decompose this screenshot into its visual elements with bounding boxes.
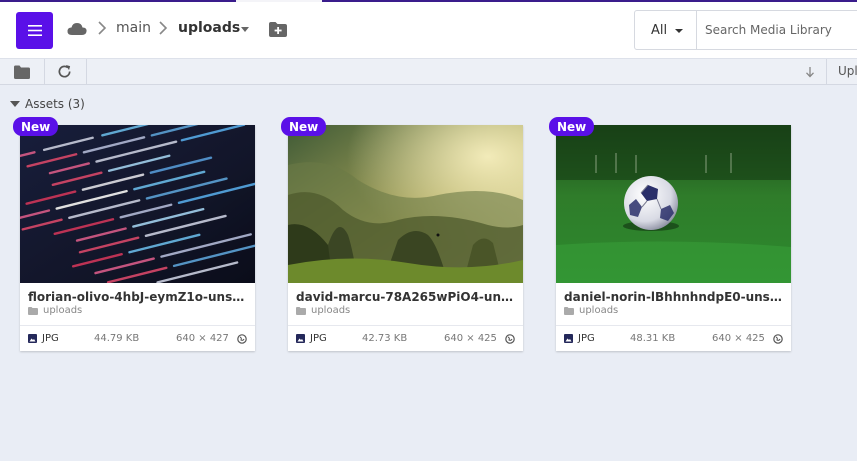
breadcrumb-uploads[interactable]: uploads xyxy=(178,20,240,36)
asset-meta: JPG 42.73 KB 640 × 425 xyxy=(288,325,523,351)
mountain-landscape-image xyxy=(288,125,523,283)
asset-thumbnail xyxy=(288,125,523,283)
menu-button[interactable] xyxy=(16,12,53,49)
toolbar-divider xyxy=(44,59,45,85)
chevron-right-icon xyxy=(159,21,168,35)
image-icon xyxy=(296,334,305,343)
sort-arrow-icon[interactable] xyxy=(805,66,815,78)
asset-dimensions: 640 × 427 xyxy=(176,333,229,344)
asset-folder: uploads xyxy=(28,305,82,316)
toolbar-divider xyxy=(826,59,827,85)
asset-type-label: JPG xyxy=(310,333,327,344)
asset-thumbnail xyxy=(20,125,255,283)
new-folder-icon[interactable] xyxy=(269,22,287,37)
asset-folder-label: uploads xyxy=(579,305,619,316)
image-icon xyxy=(564,334,573,343)
globe-icon xyxy=(773,334,783,344)
chevron-right-icon xyxy=(98,21,107,35)
asset-thumbnail xyxy=(556,125,791,283)
asset-type: JPG xyxy=(296,333,327,344)
asset-dimensions: 640 × 425 xyxy=(712,333,765,344)
code-screen-image xyxy=(20,125,255,283)
globe-icon xyxy=(237,334,247,344)
image-icon xyxy=(28,334,37,343)
header: main uploads All xyxy=(0,2,857,58)
asset-folder-label: uploads xyxy=(311,305,351,316)
asset-folder: uploads xyxy=(564,305,618,316)
chevron-down-icon xyxy=(675,29,683,33)
asset-folder: uploads xyxy=(296,305,350,316)
folder-icon xyxy=(564,306,574,315)
asset-meta: JPG 44.79 KB 640 × 427 xyxy=(20,325,255,351)
asset-meta: JPG 48.31 KB 640 × 425 xyxy=(556,325,791,351)
asset-card[interactable]: New david-marcu-78A265wPiO4-unsp uploads… xyxy=(281,117,523,351)
asset-folder-label: uploads xyxy=(43,305,83,316)
soccer-ball-image xyxy=(556,125,791,283)
chevron-down-icon[interactable] xyxy=(241,27,249,32)
folder-icon xyxy=(296,306,306,315)
assets-group-header[interactable]: Assets (3) xyxy=(10,96,85,112)
asset-type: JPG xyxy=(28,333,59,344)
toolbar-divider xyxy=(86,59,87,85)
folder-icon xyxy=(28,306,38,315)
search-bar: All xyxy=(634,10,857,50)
globe-icon xyxy=(505,334,515,344)
cloud-icon[interactable] xyxy=(67,22,87,36)
assets-group-label: Assets (3) xyxy=(25,97,85,111)
refresh-icon[interactable] xyxy=(57,64,72,79)
asset-filename: daniel-norin-lBhhnhndpE0-unsplash.jpg xyxy=(564,290,786,304)
toolbar: Upl xyxy=(0,58,857,85)
upload-column-label[interactable]: Upl xyxy=(838,64,857,78)
asset-type-label: JPG xyxy=(42,333,59,344)
asset-size: 44.79 KB xyxy=(94,333,140,344)
hamburger-icon xyxy=(27,25,42,36)
new-badge: New xyxy=(549,117,595,136)
new-badge: New xyxy=(281,117,327,136)
asset-size: 42.73 KB xyxy=(362,333,408,344)
breadcrumb-main[interactable]: main xyxy=(116,20,151,36)
filter-select[interactable]: All xyxy=(635,11,697,49)
caret-down-icon xyxy=(10,101,20,107)
folder-icon[interactable] xyxy=(14,65,30,79)
asset-type-label: JPG xyxy=(578,333,595,344)
new-badge: New xyxy=(13,117,59,136)
asset-filename: florian-olivo-4hbJ-eymZ1o-unsplash.jpg xyxy=(28,290,250,304)
asset-dimensions: 640 × 425 xyxy=(444,333,497,344)
search-input[interactable] xyxy=(697,11,857,49)
filter-value: All xyxy=(651,22,668,38)
asset-filename: david-marcu-78A265wPiO4-unsplash.jpg xyxy=(296,290,518,304)
asset-size: 48.31 KB xyxy=(630,333,676,344)
asset-type: JPG xyxy=(564,333,595,344)
asset-card[interactable]: New xyxy=(549,117,791,351)
asset-card[interactable]: New xyxy=(13,117,255,351)
